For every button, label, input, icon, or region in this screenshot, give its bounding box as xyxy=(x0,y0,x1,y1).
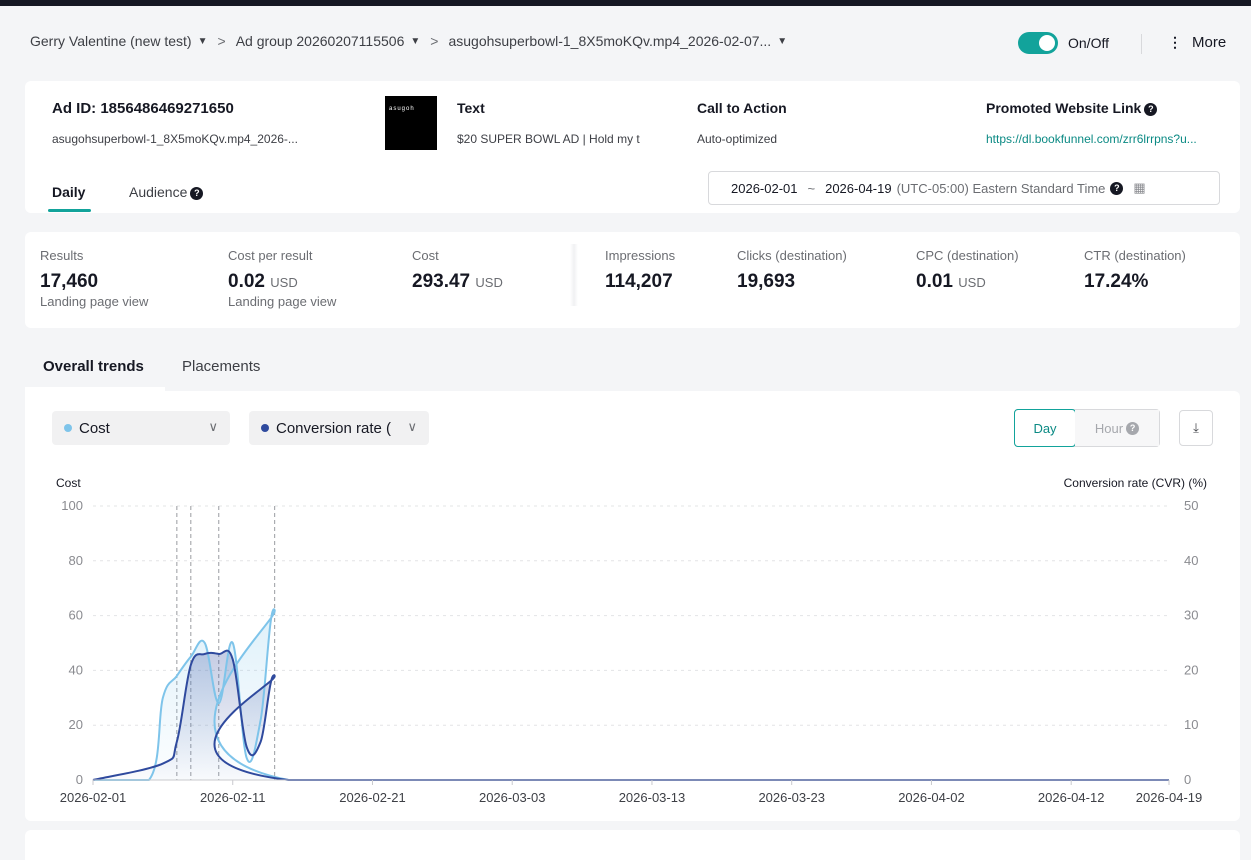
left-axis-title: Cost xyxy=(56,476,81,490)
metric-label: Results xyxy=(40,248,84,263)
metric-ctr: CTR (destination) 17.24% xyxy=(1084,248,1186,293)
y-right-tick-label: 20 xyxy=(1184,662,1198,677)
ad-id: Ad ID: 1856486469271650 xyxy=(52,100,234,117)
metric-value: 0.01 USD xyxy=(916,271,986,292)
caret-down-icon[interactable]: ▼ xyxy=(777,36,787,47)
more-label: More xyxy=(1192,34,1227,51)
website-link[interactable]: https://dl.bookfunnel.com/zrr6lrrpns?u..… xyxy=(986,132,1236,146)
chevron-right-icon: > xyxy=(430,33,439,49)
tab-placements[interactable]: Placements xyxy=(182,358,260,375)
thumbnail-text: asugoh xyxy=(389,106,415,112)
text-header: Text xyxy=(457,100,485,116)
metric-impressions: Impressions 114,207 xyxy=(605,248,675,293)
toggle-label: On/Off xyxy=(1068,35,1109,51)
cta-header: Call to Action xyxy=(697,100,787,116)
calendar-icon: ▦ xyxy=(1133,180,1146,195)
header-bar: Gerry Valentine (new test) ▼ > Ad group … xyxy=(0,6,1251,72)
metrics-card: Results 17,460 Landing page view Cost pe… xyxy=(25,232,1240,328)
more-vertical-icon: ⋮ xyxy=(1168,34,1182,50)
chart-card: Cost ∨ Conversion rate ( ∨ Day Hour? ⤓ C… xyxy=(25,391,1240,821)
metric-label: Impressions xyxy=(605,248,676,263)
metric-cost: Cost 293.47 USD xyxy=(412,248,503,293)
more-button[interactable]: ⋮ More xyxy=(1168,34,1226,51)
breadcrumb-ad-group[interactable]: Ad group 20260207115506 xyxy=(236,33,405,49)
link-header-label: Promoted Website Link xyxy=(986,100,1142,116)
metric-cost-per-result: Cost per result 0.02 USD Landing page vi… xyxy=(228,248,336,309)
on-off-toggle-group[interactable]: On/Off xyxy=(1018,32,1109,54)
metric-label: CTR (destination) xyxy=(1084,248,1186,263)
metric-label: Cost xyxy=(412,248,439,263)
caret-down-icon[interactable]: ▼ xyxy=(198,36,208,47)
ad-info-card: Ad ID: 1856486469271650 asugohsuperbowl-… xyxy=(25,81,1240,213)
metric-label: Clicks (destination) xyxy=(737,248,847,263)
metric-divider xyxy=(570,244,578,306)
timezone: (UTC-05:00) Eastern Standard Time xyxy=(896,180,1106,196)
on-off-toggle[interactable] xyxy=(1018,32,1058,54)
trend-chart: Cost Conversion rate (CVR) (%) 0 20 40 60 80 10… xyxy=(56,476,1207,805)
breadcrumb-ad[interactable]: asugohsuperbowl-1_8X5moKQv.mp4_2026-02-0… xyxy=(448,33,771,49)
x-tick-label: 2026-03-13 xyxy=(619,790,686,805)
x-tick-label: 2026-04-19 xyxy=(1136,790,1203,805)
chevron-right-icon: > xyxy=(217,33,226,49)
y-left-tick-label: 40 xyxy=(69,662,83,677)
metric-clicks: Clicks (destination) 19,693 xyxy=(737,248,847,293)
y-left-tick-label: 20 xyxy=(69,717,83,732)
y-right-tick-label: 30 xyxy=(1184,608,1198,623)
metric-results: Results 17,460 Landing page view xyxy=(40,248,148,309)
metric-sub: Landing page view xyxy=(228,294,337,309)
bottom-card xyxy=(25,830,1240,860)
tab-audience-label: Audience xyxy=(129,184,188,200)
breadcrumb-account[interactable]: Gerry Valentine (new test) xyxy=(30,33,192,49)
y-right-tick-label: 0 xyxy=(1184,772,1191,787)
ad-thumbnail[interactable]: asugoh xyxy=(385,96,437,150)
metric-label: CPC (destination) xyxy=(916,248,1019,263)
tab-overall-trends[interactable]: Overall trends xyxy=(43,358,144,375)
tilde-separator: ~ xyxy=(807,180,816,196)
divider xyxy=(1141,34,1142,54)
ad-text-value: $20 SUPER BOWL AD | Hold my t xyxy=(457,132,640,146)
tab-audience[interactable]: Audience? xyxy=(129,184,204,200)
tab-daily[interactable]: Daily xyxy=(52,184,85,200)
help-icon[interactable]: ? xyxy=(190,186,204,200)
date-end: 2026-04-19 xyxy=(825,180,892,196)
breadcrumb: Gerry Valentine (new test) ▼ > Ad group … xyxy=(30,33,795,49)
cta-value: Auto-optimized xyxy=(697,132,778,146)
y-right-tick-label: 40 xyxy=(1184,553,1198,568)
y-left-tick-label: 60 xyxy=(69,608,83,623)
x-tick-label: 2026-03-03 xyxy=(479,790,546,805)
metric-value: 293.47 USD xyxy=(412,271,503,292)
help-icon[interactable]: ? xyxy=(1110,181,1124,195)
metric-value: 19,693 xyxy=(737,271,796,292)
right-axis-title: Conversion rate (CVR) (%) xyxy=(1064,476,1207,490)
y-right-tick-label: 50 xyxy=(1184,498,1198,513)
date-start: 2026-02-01 xyxy=(731,180,798,196)
link-header: Promoted Website Link? xyxy=(986,100,1158,116)
x-tick-label: 2026-03-23 xyxy=(758,790,825,805)
y-left-tick-label: 100 xyxy=(61,498,83,513)
y-left-tick-label: 80 xyxy=(69,553,83,568)
metric-value: 0.02 USD xyxy=(228,271,298,292)
tab-active-indicator xyxy=(48,209,91,212)
metric-label: Cost per result xyxy=(228,248,313,263)
x-tick-label: 2026-04-12 xyxy=(1038,790,1105,805)
y-left-tick-label: 0 xyxy=(76,772,83,787)
metric-cpc: CPC (destination) 0.01 USD xyxy=(916,248,1019,293)
x-tick-label: 2026-02-21 xyxy=(339,790,406,805)
metric-value: 17.24% xyxy=(1084,271,1149,292)
x-tick-label: 2026-02-01 xyxy=(60,790,127,805)
y-right-tick-label: 10 xyxy=(1184,717,1198,732)
x-tick-label: 2026-04-02 xyxy=(898,790,965,805)
metric-sub: Landing page view xyxy=(40,294,149,309)
help-icon[interactable]: ? xyxy=(1144,102,1158,116)
metric-value: 17,460 xyxy=(40,271,99,292)
x-tick-label: 2026-02-11 xyxy=(200,790,266,805)
metric-value: 114,207 xyxy=(605,271,673,292)
ad-name: asugohsuperbowl-1_8X5moKQv.mp4_2026-... xyxy=(52,132,298,146)
caret-down-icon[interactable]: ▼ xyxy=(410,36,420,47)
date-range-picker[interactable]: 2026-02-01 ~ 2026-04-19 (UTC-05:00) East… xyxy=(708,171,1220,205)
